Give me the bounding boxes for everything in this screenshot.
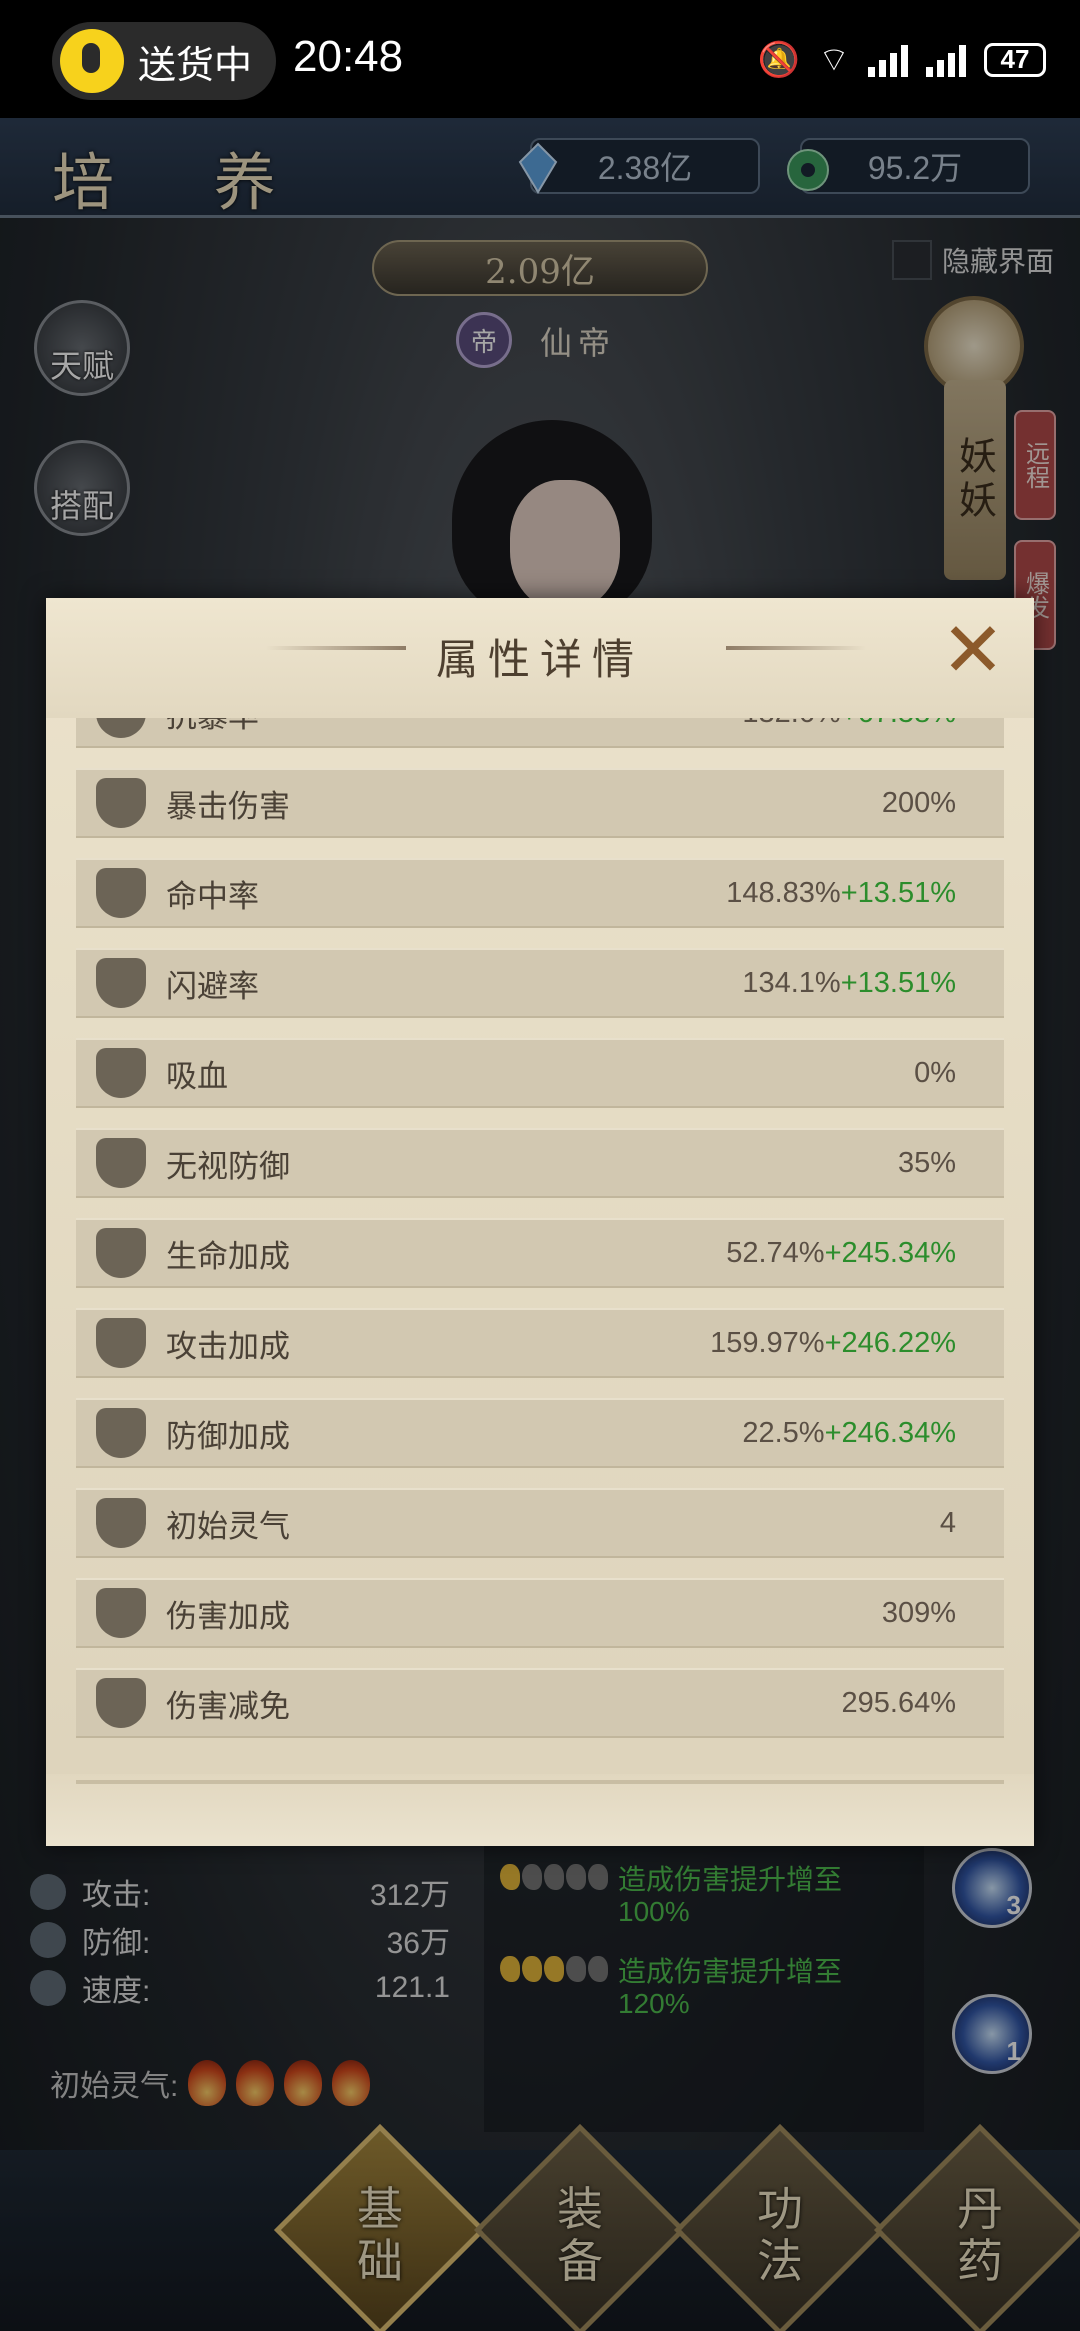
attribute-label: 伤害减免 (166, 1688, 290, 1724)
attr-crossed-swords-icon (96, 1318, 146, 1368)
attribute-base-value: 4 (939, 1506, 956, 1539)
attr-flame-icon (96, 1498, 146, 1548)
attribute-icon-wrap (76, 768, 166, 838)
attribute-detail-modal: 属性详情 ✕ 抗暴率132.6%+67.58% 暴击伤害 200% 命中率 148.83… (46, 598, 1034, 1846)
attribute-row: 攻击加成 159.97%+246.22% (76, 1308, 1004, 1378)
attribute-row: 防御加成 22.5%+246.34% (76, 1398, 1004, 1468)
attribute-bonus-value: +13.51% (840, 966, 956, 999)
signal-icon (926, 43, 966, 77)
attribute-bonus-value: +13.51% (840, 876, 956, 909)
attribute-icon-wrap (76, 1578, 166, 1648)
attribute-row: 暴击伤害 200% (76, 768, 1004, 838)
attribute-value: 35% (898, 1147, 1004, 1180)
attribute-icon-wrap (76, 858, 166, 928)
attribute-value: 22.5%+246.34% (742, 1417, 1004, 1450)
attribute-label: 命中率 (166, 878, 259, 914)
attribute-base-value: 22.5% (742, 1416, 825, 1449)
attr-shield-icon (96, 718, 146, 738)
modal-title: 属性详情 (435, 635, 644, 684)
attribute-row: 闪避率 134.1%+13.51% (76, 948, 1004, 1018)
mute-icon: 🔕 (757, 40, 801, 79)
status-bar: 送货中 20:48 🔕 ⌔ 47 (0, 0, 1080, 118)
attribute-list[interactable]: 抗暴率132.6%+67.58%暴击伤害200%命中率148.83%+13.51… (76, 718, 1004, 1788)
attribute-icon-wrap (76, 718, 166, 748)
attribute-icon-wrap (76, 1488, 166, 1558)
attr-broken-shield-icon (96, 1138, 146, 1188)
modal-footer (46, 1774, 1034, 1846)
attribute-base-value: 309% (881, 1596, 956, 1629)
attribute-value: 148.83%+13.51% (726, 877, 1004, 910)
attribute-row: 伤害减免 295.64% (76, 1668, 1004, 1738)
attribute-base-value: 134.1% (742, 966, 841, 999)
attribute-row: 无视防御 35% (76, 1128, 1004, 1198)
attribute-label: 伤害加成 (166, 1598, 290, 1634)
attr-target-icon (96, 868, 146, 918)
attribute-row: 初始灵气 4 (76, 1488, 1004, 1558)
attribute-bonus-value: +67.58% (841, 718, 956, 729)
attribute-row: 生命加成 52.74%+245.34% (76, 1218, 1004, 1288)
close-icon[interactable]: ✕ (938, 613, 1008, 689)
signal-icon (868, 43, 908, 77)
attribute-value: 132.6%+67.58% (742, 718, 1004, 730)
attribute-base-value: 52.74% (726, 1236, 825, 1269)
attr-sword-down-icon (96, 1588, 146, 1638)
attribute-icon-wrap (76, 1398, 166, 1468)
attr-guard-icon (96, 1678, 146, 1728)
attribute-value: 4 (940, 1507, 1004, 1540)
attribute-base-value: 132.6% (742, 718, 840, 729)
battery-icon: 47 (984, 42, 1046, 77)
attribute-value: 134.1%+13.51% (742, 967, 1004, 1000)
delivery-pill[interactable]: 送货中 (52, 22, 276, 100)
attribute-label: 无视防御 (166, 1148, 290, 1184)
delivery-text: 送货中 (138, 44, 253, 87)
attribute-label: 闪避率 (166, 968, 259, 1004)
status-icons: 🔕 ⌔ 47 (758, 38, 1046, 81)
attr-wing-icon (96, 958, 146, 1008)
attribute-row: 抗暴率132.6%+67.58% (76, 718, 1004, 748)
attribute-bonus-value: +245.34% (824, 1236, 956, 1269)
attribute-icon-wrap (76, 1128, 166, 1198)
attribute-value: 309% (882, 1597, 1004, 1630)
attribute-icon-wrap (76, 948, 166, 1018)
attribute-value: 52.74%+245.34% (726, 1237, 1004, 1270)
attribute-label: 初始灵气 (166, 1508, 290, 1544)
attribute-value: 200% (882, 787, 1004, 820)
modal-header: 属性详情 ✕ (46, 598, 1034, 718)
attribute-label: 生命加成 (166, 1238, 290, 1274)
clock: 20:48 (293, 32, 404, 81)
attribute-base-value: 295.64% (841, 1686, 957, 1719)
attr-fang-icon (96, 1048, 146, 1098)
attribute-value: 0% (914, 1057, 1004, 1090)
attr-sword-icon (96, 778, 146, 828)
attribute-icon-wrap (76, 1218, 166, 1288)
attribute-label: 抗暴率 (166, 718, 742, 736)
attribute-base-value: 35% (897, 1146, 956, 1179)
attribute-row: 伤害加成 309% (76, 1578, 1004, 1648)
delivery-app-icon (60, 29, 124, 93)
attribute-value: 295.64% (842, 1687, 1005, 1720)
attribute-base-value: 159.97% (710, 1326, 825, 1359)
wifi-icon: ⌔ (818, 41, 850, 79)
attribute-row: 吸血 0% (76, 1038, 1004, 1108)
app-screen: { "status_bar": {"delivery_text": "送货中",… (0, 0, 1080, 2331)
attribute-icon-wrap (76, 1038, 166, 1108)
attribute-value: 159.97%+246.22% (710, 1327, 1004, 1360)
attribute-row: 命中率 148.83%+13.51% (76, 858, 1004, 928)
attribute-label: 暴击伤害 (166, 788, 290, 824)
attribute-bonus-value: +246.22% (824, 1326, 956, 1359)
attribute-base-value: 200% (881, 786, 956, 819)
divider (726, 646, 866, 650)
attribute-base-value: 148.83% (726, 876, 841, 909)
attribute-icon-wrap (76, 1668, 166, 1738)
attribute-label: 防御加成 (166, 1418, 290, 1454)
attr-shield-plus-icon (96, 1408, 146, 1458)
attribute-icon-wrap (76, 1308, 166, 1378)
attribute-label: 攻击加成 (166, 1328, 290, 1364)
attribute-bonus-value: +246.34% (824, 1416, 956, 1449)
attribute-base-value: 0% (914, 1056, 956, 1089)
attr-heart-icon (96, 1228, 146, 1278)
attribute-label: 吸血 (166, 1058, 228, 1094)
